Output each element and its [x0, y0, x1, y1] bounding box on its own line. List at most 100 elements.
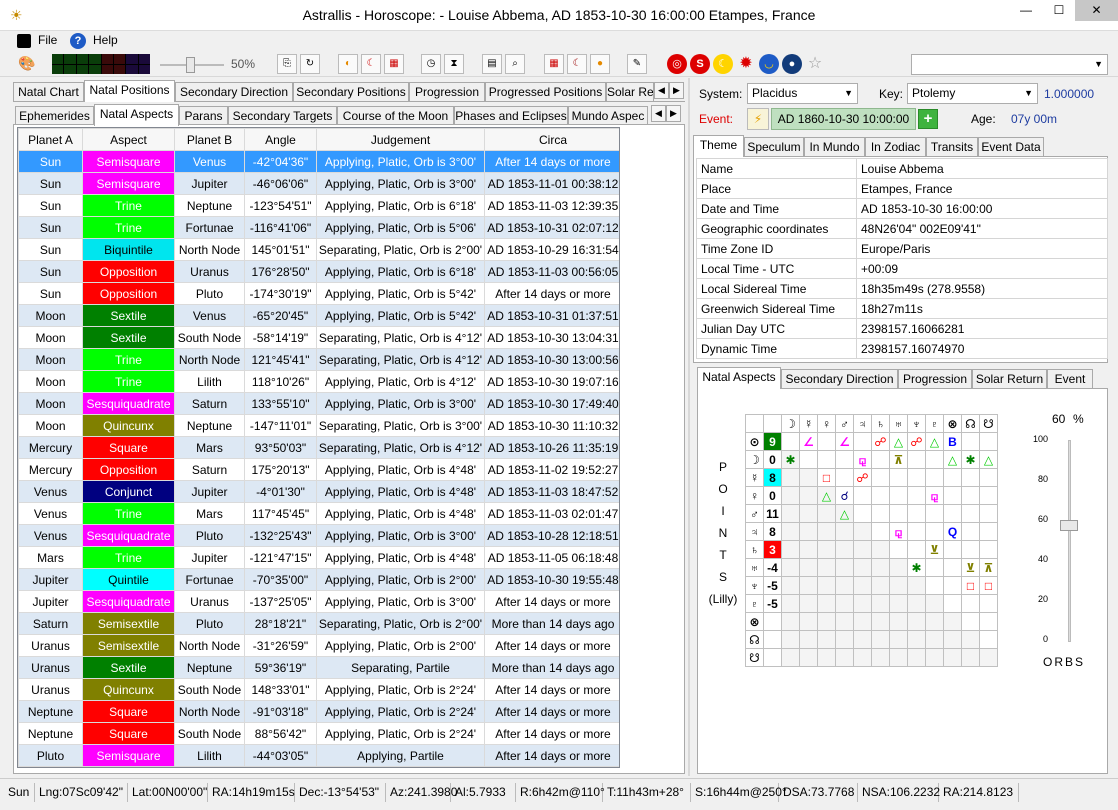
search-icon[interactable]: ⌕	[505, 54, 525, 74]
grid-cell[interactable]	[925, 594, 944, 613]
grid-cell[interactable]: B	[943, 432, 962, 451]
tab-secondary-positions[interactable]: Secondary Positions	[293, 82, 409, 101]
grid-cell[interactable]	[871, 540, 890, 559]
grid-cell[interactable]: △	[979, 450, 998, 469]
grid-cell[interactable]	[781, 486, 800, 505]
tab-ephemerides[interactable]: Ephemerides	[15, 106, 94, 125]
grid-cell[interactable]	[943, 630, 962, 649]
grid-cell[interactable]	[961, 468, 980, 487]
table-row[interactable]: Moon Sextile Venus -65°20'45" Applying, Plat…	[18, 304, 619, 327]
grid-cell[interactable]: △	[817, 486, 836, 505]
table-row[interactable]: Jupiter Quintile Fortunae -70°35'00" Applyin…	[18, 568, 619, 591]
grid-cell[interactable]	[835, 648, 854, 667]
grid-cell[interactable]	[979, 630, 998, 649]
grid-cell[interactable]	[943, 612, 962, 631]
grid-cell[interactable]	[871, 468, 890, 487]
calendar-icon[interactable]: ▦	[384, 54, 404, 74]
tab-lower-natal-aspects[interactable]: Natal Aspects	[697, 367, 781, 389]
grid-cell[interactable]: Q	[943, 522, 962, 541]
grid-cell[interactable]	[961, 504, 980, 523]
grid-cell[interactable]	[835, 540, 854, 559]
grid-cell[interactable]	[799, 504, 818, 523]
grid-cell[interactable]	[907, 630, 926, 649]
splitter[interactable]	[688, 78, 690, 776]
grid-cell[interactable]	[961, 630, 980, 649]
grid-cell[interactable]	[871, 522, 890, 541]
grid-cell[interactable]	[781, 522, 800, 541]
grid-cell[interactable]	[799, 612, 818, 631]
grid-cell[interactable]	[979, 432, 998, 451]
table-row[interactable]: Neptune Square South Node 88°56'42" Applying…	[18, 722, 619, 745]
table-row[interactable]: Uranus Semisextile North Node -31°26'59" App…	[18, 634, 619, 657]
grid-cell[interactable]	[781, 432, 800, 451]
grid-cell[interactable]	[835, 558, 854, 577]
grid-cell[interactable]	[889, 540, 908, 559]
eclipse-icon[interactable]: ●	[590, 54, 610, 74]
grid-cell[interactable]	[961, 612, 980, 631]
tab-lower-solar-return[interactable]: Solar Return	[972, 369, 1047, 388]
subtab-scroll-left[interactable]: ◀	[651, 105, 666, 122]
grid-cell[interactable]: □	[817, 468, 836, 487]
grid-cell[interactable]	[871, 504, 890, 523]
grid-cell[interactable]	[853, 594, 872, 613]
table-row[interactable]: Uranus Quincunx South Node 148°33'01" Applyi…	[18, 678, 619, 701]
minimize-button[interactable]: —	[1010, 0, 1042, 21]
grid-cell[interactable]	[853, 504, 872, 523]
table-row[interactable]: Saturn Semisextile Pluto 28°18'21" Separatin…	[18, 612, 619, 635]
grid-cell[interactable]: ⚼	[889, 522, 908, 541]
tab-course-of-the-moon[interactable]: Course of the Moon	[337, 106, 454, 125]
table-row[interactable]: Mercury Square Mars 93°50'03" Separating, Pl…	[18, 436, 619, 459]
column-header[interactable]: Planet A	[18, 128, 83, 151]
grid-cell[interactable]: ∠	[835, 432, 854, 451]
grid-cell[interactable]	[979, 486, 998, 505]
copy-icon[interactable]: ⎘	[277, 54, 297, 74]
grid-cell[interactable]	[925, 450, 944, 469]
palette-icon[interactable]: 🎨	[17, 54, 37, 74]
grid-cell[interactable]	[817, 432, 836, 451]
grid-cell[interactable]	[943, 540, 962, 559]
globe-icon[interactable]: ●	[782, 54, 802, 74]
grid-cell[interactable]	[889, 594, 908, 613]
orbs-slider-thumb[interactable]	[1060, 520, 1078, 531]
grid-cell[interactable]	[781, 630, 800, 649]
grid-cell[interactable]	[889, 648, 908, 667]
system-select[interactable]: Placidus ▼	[747, 83, 858, 104]
grid-cell[interactable]	[817, 630, 836, 649]
add-event-icon[interactable]: +	[918, 109, 938, 129]
column-header[interactable]: Planet B	[174, 128, 245, 151]
grid-cell[interactable]	[853, 576, 872, 595]
table-row[interactable]: Moon Trine Lilith 118°10'26" Applying, Plati…	[18, 370, 619, 393]
tab-phases-and-eclipses[interactable]: Phases and Eclipses	[454, 106, 568, 125]
table-row[interactable]: Sun Opposition Pluto -174°30'19" Applying, P…	[18, 282, 619, 305]
grid-cell[interactable]: ∠	[799, 432, 818, 451]
grid-cell[interactable]	[799, 468, 818, 487]
tab-natal-positions[interactable]: Natal Positions	[84, 80, 175, 102]
grid-cell[interactable]	[871, 594, 890, 613]
grid-cell[interactable]	[835, 630, 854, 649]
grid-cell[interactable]: ☍	[907, 432, 926, 451]
grid-cell[interactable]: ⊻	[925, 540, 944, 559]
tab-secondary-targets[interactable]: Secondary Targets	[228, 106, 337, 125]
grid-cell[interactable]	[943, 594, 962, 613]
grid-cell[interactable]	[943, 648, 962, 667]
color-swatch-grid[interactable]	[52, 54, 150, 74]
table-row[interactable]: Jupiter Sesquiquadrate Uranus -137°25'05" Ap…	[18, 590, 619, 613]
grid-cell[interactable]: △	[925, 432, 944, 451]
grid-cell[interactable]	[835, 468, 854, 487]
grid-cell[interactable]	[817, 612, 836, 631]
smile-icon[interactable]: ◡	[759, 54, 779, 74]
grid-cell[interactable]	[817, 594, 836, 613]
maximize-button[interactable]: ☐	[1043, 0, 1075, 21]
grid-cell[interactable]	[835, 576, 854, 595]
grid-cell[interactable]	[817, 576, 836, 595]
grid-cell[interactable]	[871, 576, 890, 595]
grid-cell[interactable]: ⚼	[925, 486, 944, 505]
tab-in-mundo[interactable]: In Mundo	[804, 137, 865, 156]
grid-cell[interactable]	[907, 468, 926, 487]
grid-cell[interactable]	[961, 432, 980, 451]
grid-cell[interactable]	[853, 432, 872, 451]
tab-scroll-left[interactable]: ◀	[654, 82, 669, 99]
grid-cell[interactable]	[889, 576, 908, 595]
lightning-icon[interactable]: ⚡	[747, 108, 769, 130]
table-row[interactable]: Moon Trine North Node 121°45'41" Separating,…	[18, 348, 619, 371]
